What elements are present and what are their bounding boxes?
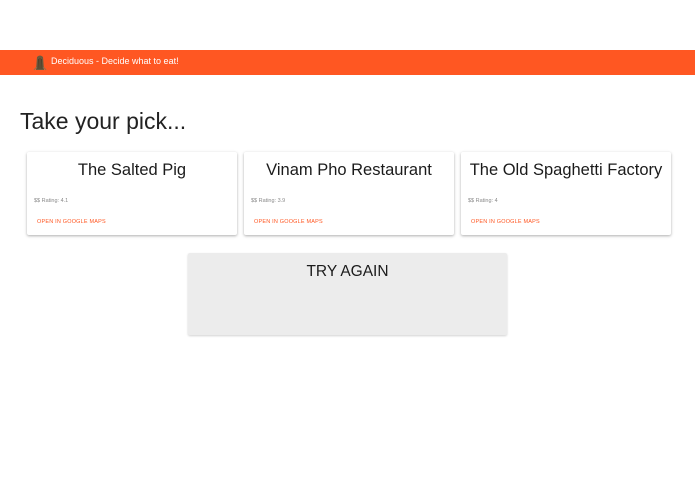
open-in-google-maps-link[interactable]: OPEN IN GOOGLE MAPS (254, 219, 323, 225)
restaurant-name: The Old Spaghetti Factory (469, 161, 663, 179)
try-again-label: TRY AGAIN (306, 263, 389, 280)
restaurant-rating: $$ Rating: 4.1 (34, 198, 69, 204)
app-bar: Deciduous - Decide what to eat! (0, 50, 695, 75)
try-again-button[interactable]: TRY AGAIN (188, 253, 507, 335)
restaurant-name: The Salted Pig (77, 161, 187, 179)
restaurant-rating: $$ Rating: 3.9 (251, 198, 286, 204)
open-in-google-maps-link[interactable]: OPEN IN GOOGLE MAPS (37, 219, 106, 225)
open-in-google-maps-link[interactable]: OPEN IN GOOGLE MAPS (471, 219, 540, 225)
restaurant-card: The Old Spaghetti Factory $$ Rating: 4 O… (461, 152, 671, 235)
restaurant-card: The Salted Pig $$ Rating: 4.1 OPEN IN GO… (27, 152, 237, 235)
restaurant-name: Vinam Pho Restaurant (266, 161, 432, 179)
restaurant-card: Vinam Pho Restaurant $$ Rating: 3.9 OPEN… (244, 152, 454, 235)
page-heading: Take your pick... (20, 108, 187, 134)
app-title: Deciduous - Decide what to eat! (51, 56, 179, 66)
tree-stump-icon (33, 54, 47, 71)
restaurant-rating: $$ Rating: 4 (468, 198, 498, 204)
